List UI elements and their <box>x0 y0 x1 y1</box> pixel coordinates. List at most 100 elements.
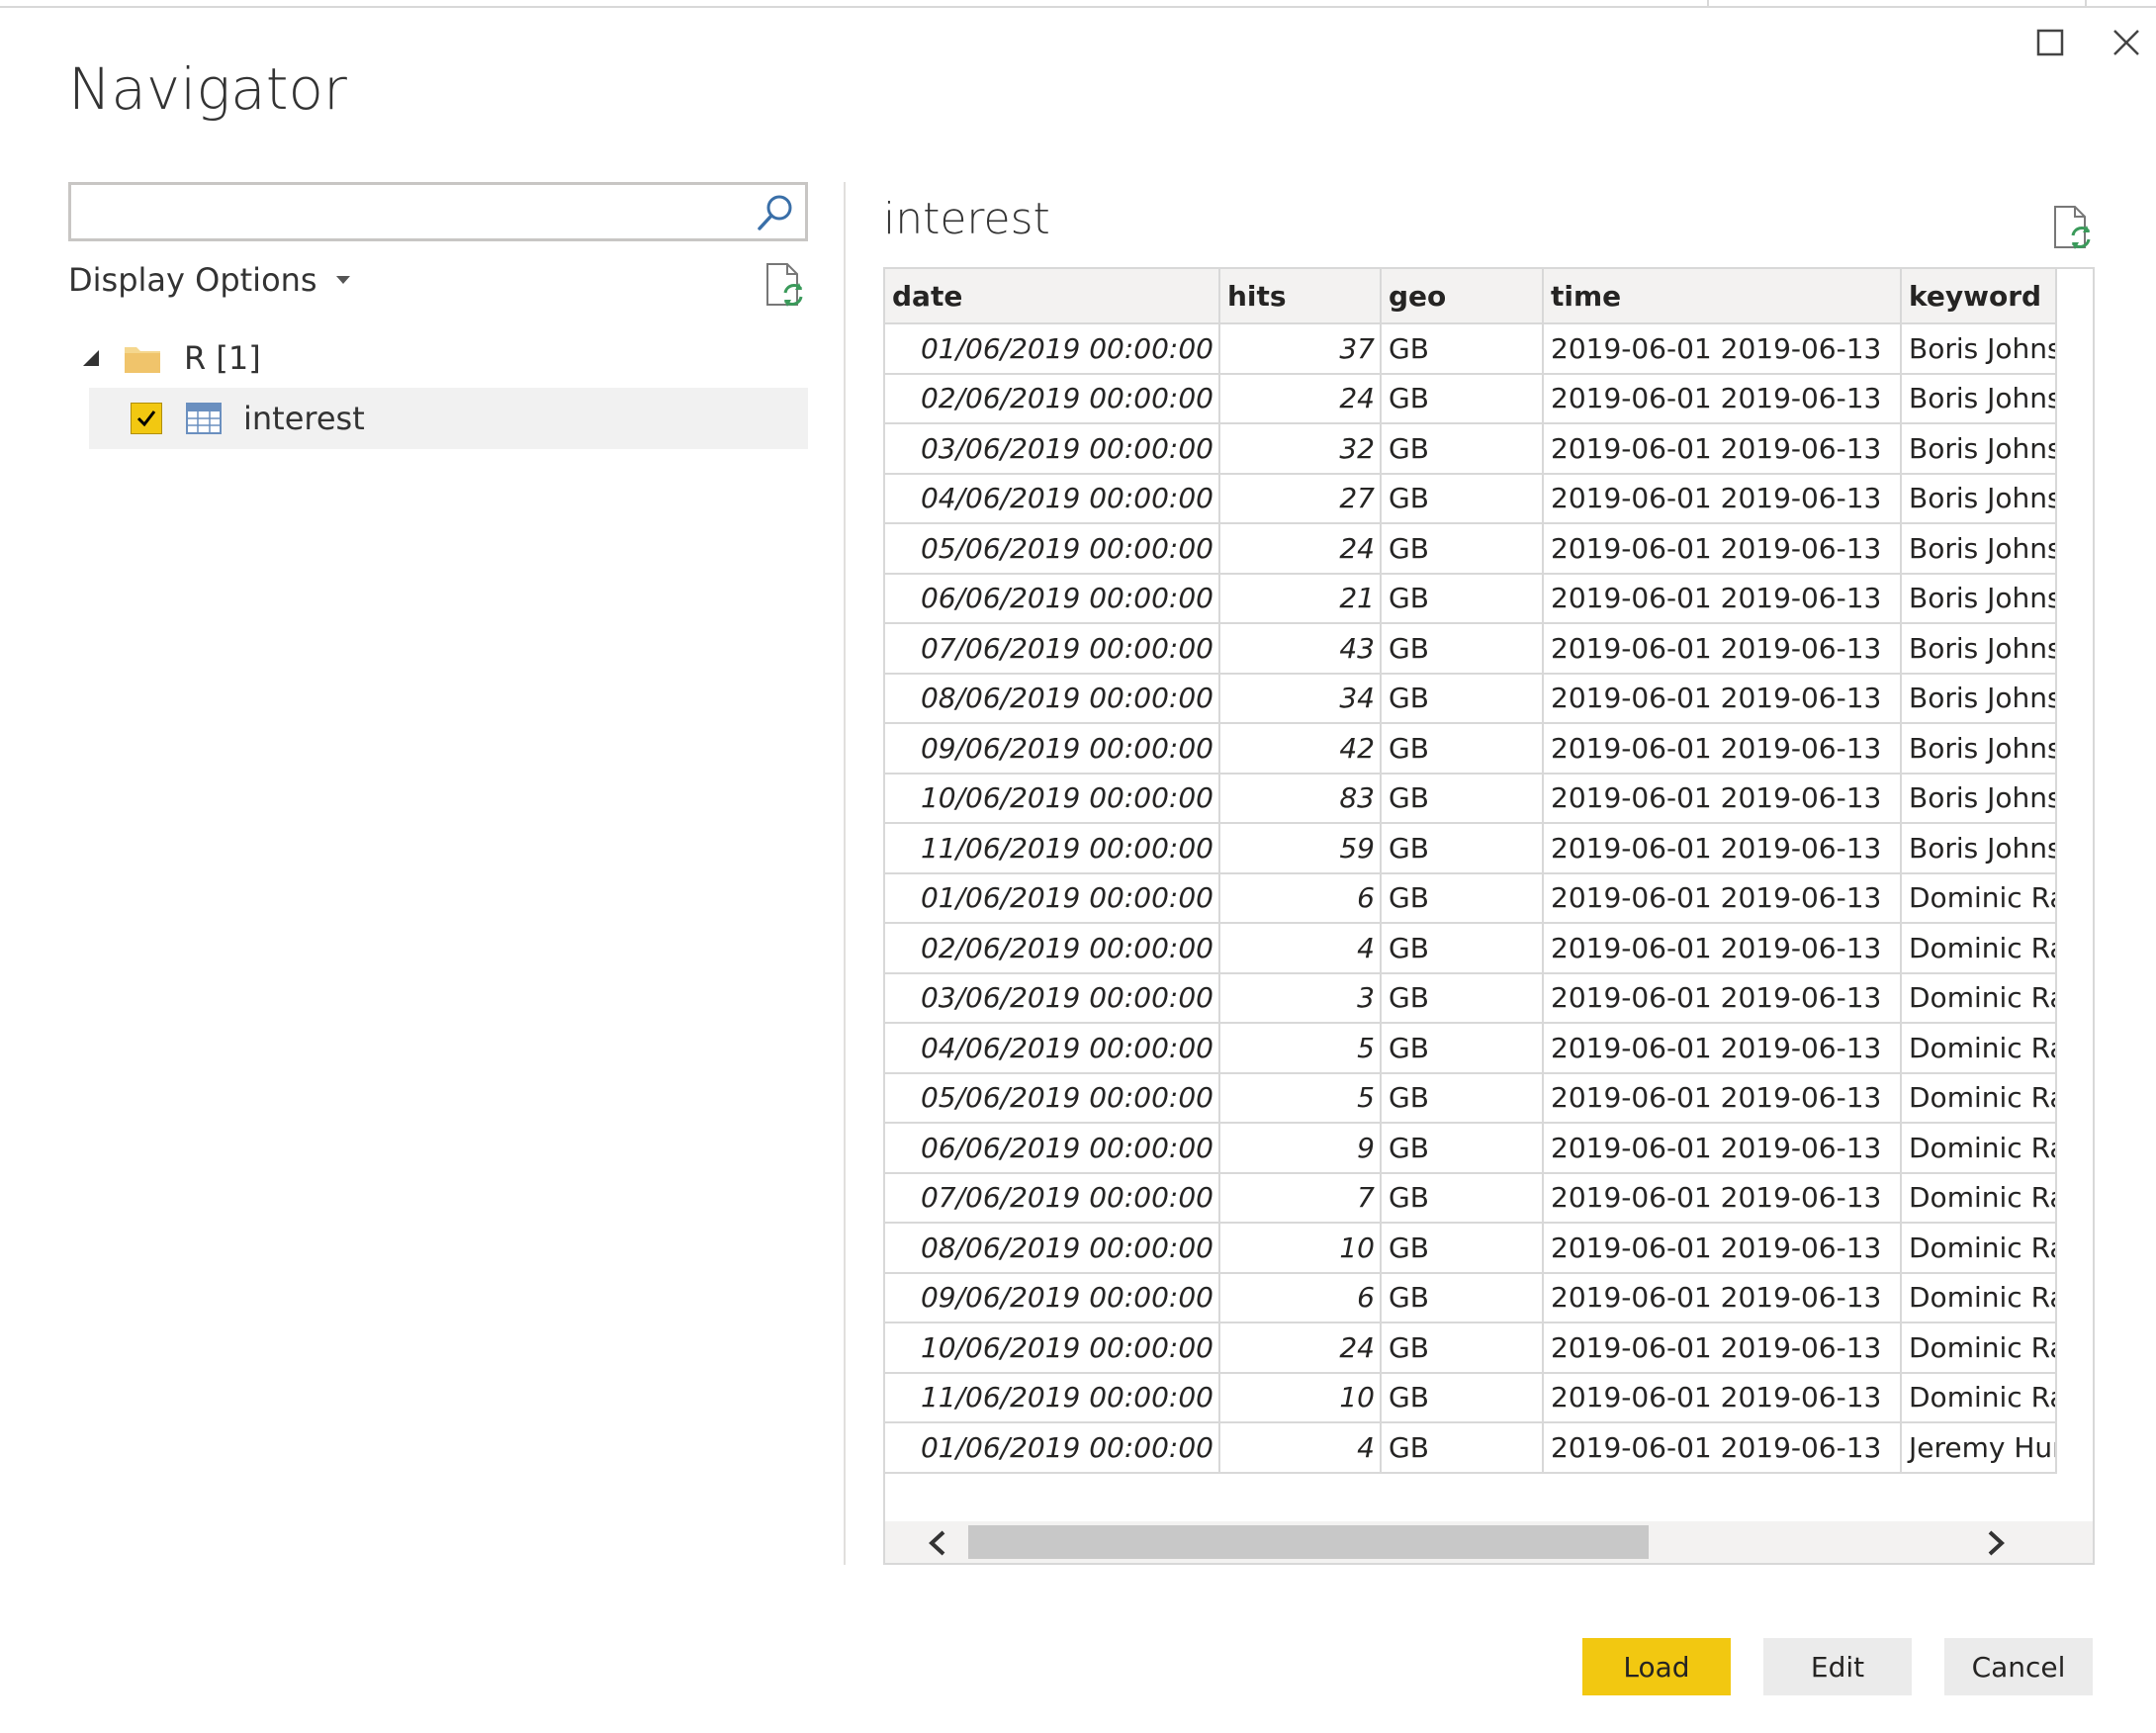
cell-hits: 24 <box>1218 1322 1382 1374</box>
load-button[interactable]: Load <box>1582 1638 1731 1695</box>
cell-hits: 32 <box>1218 422 1382 475</box>
cell-time: 2019-06-01 2019-06-13 <box>1542 1122 1902 1174</box>
cell-date: 09/06/2019 00:00:00 <box>885 722 1220 775</box>
table-row: 04/06/2019 00:00:00 5 GB 2019-06-01 2019-06… <box>885 1022 2057 1074</box>
cell-geo: GB <box>1380 1371 1544 1423</box>
data-preview-grid[interactable]: date hits geo time keyword 01/06/2019 00:00:… <box>883 267 2095 1565</box>
cell-keyword: Boris Johnsc <box>1900 722 2057 775</box>
cell-keyword: Jeremy Hunt <box>1900 1421 2057 1474</box>
table-row: 10/06/2019 00:00:00 24 GB 2019-06-01 2019-0… <box>885 1322 2057 1374</box>
cell-time: 2019-06-01 2019-06-13 <box>1542 1222 1902 1274</box>
column-header-keyword[interactable]: keyword <box>1900 269 2057 324</box>
cell-date: 07/06/2019 00:00:00 <box>885 622 1220 675</box>
horizontal-scroll-thumb[interactable] <box>968 1525 1649 1559</box>
cell-keyword: Boris Johnsc <box>1900 522 2057 575</box>
display-options-dropdown[interactable]: Display Options <box>68 261 351 299</box>
cell-time: 2019-06-01 2019-06-13 <box>1542 322 1902 375</box>
cell-time: 2019-06-01 2019-06-13 <box>1542 871 1902 924</box>
cell-keyword: Dominic Raa <box>1900 971 2057 1024</box>
cell-hits: 5 <box>1218 1022 1382 1074</box>
scroll-left-icon[interactable] <box>925 1529 950 1557</box>
cell-geo: GB <box>1380 1271 1544 1323</box>
checkmark-icon <box>136 410 156 427</box>
cell-time: 2019-06-01 2019-06-13 <box>1542 922 1902 974</box>
cell-geo: GB <box>1380 1122 1544 1174</box>
table-row: 03/06/2019 00:00:00 32 GB 2019-06-01 2019-0… <box>885 422 2057 475</box>
tree-item-label: interest <box>243 400 365 437</box>
table-row: 02/06/2019 00:00:00 4 GB 2019-06-01 2019-06… <box>885 922 2057 974</box>
tree-item-interest[interactable]: interest <box>89 388 808 449</box>
cell-time: 2019-06-01 2019-06-13 <box>1542 1371 1902 1423</box>
cell-hits: 24 <box>1218 522 1382 575</box>
cell-geo: GB <box>1380 422 1544 475</box>
search-box[interactable] <box>68 182 808 241</box>
cell-date: 05/06/2019 00:00:00 <box>885 522 1220 575</box>
cell-geo: GB <box>1380 971 1544 1024</box>
close-button[interactable] <box>2097 18 2156 67</box>
cell-keyword: Boris Johnsc <box>1900 772 2057 824</box>
item-checkbox[interactable] <box>131 403 162 434</box>
maximize-button[interactable] <box>2021 18 2080 67</box>
cancel-button[interactable]: Cancel <box>1944 1638 2093 1695</box>
horizontal-scrollbar[interactable] <box>885 1521 2093 1563</box>
table-row: 09/06/2019 00:00:00 6 GB 2019-06-01 2019-06… <box>885 1271 2057 1323</box>
maximize-icon <box>2036 29 2064 56</box>
table-row: 08/06/2019 00:00:00 34 GB 2019-06-01 2019-0… <box>885 672 2057 724</box>
cell-keyword: Boris Johnsc <box>1900 322 2057 375</box>
cell-geo: GB <box>1380 772 1544 824</box>
cell-keyword: Dominic Raa <box>1900 1171 2057 1224</box>
cell-keyword: Boris Johnsc <box>1900 372 2057 424</box>
cell-time: 2019-06-01 2019-06-13 <box>1542 372 1902 424</box>
column-header-time[interactable]: time <box>1542 269 1902 324</box>
cell-hits: 7 <box>1218 1171 1382 1224</box>
cell-hits: 59 <box>1218 822 1382 874</box>
cell-date: 01/06/2019 00:00:00 <box>885 871 1220 924</box>
cell-geo: GB <box>1380 572 1544 624</box>
search-icon[interactable] <box>754 191 797 234</box>
cell-geo: GB <box>1380 522 1544 575</box>
expand-caret-icon[interactable] <box>79 346 103 370</box>
cell-geo: GB <box>1380 871 1544 924</box>
cell-date: 06/06/2019 00:00:00 <box>885 1122 1220 1174</box>
cell-keyword: Dominic Raa <box>1900 1022 2057 1074</box>
search-input[interactable] <box>83 191 720 234</box>
cell-keyword: Dominic Raa <box>1900 1222 2057 1274</box>
table-row: 07/06/2019 00:00:00 7 GB 2019-06-01 2019-06… <box>885 1171 2057 1224</box>
cell-date: 02/06/2019 00:00:00 <box>885 372 1220 424</box>
table-row: 11/06/2019 00:00:00 10 GB 2019-06-01 2019-0… <box>885 1371 2057 1423</box>
edit-button[interactable]: Edit <box>1763 1638 1912 1695</box>
column-header-geo[interactable]: geo <box>1380 269 1544 324</box>
column-header-hits[interactable]: hits <box>1218 269 1382 324</box>
table-icon <box>186 403 222 434</box>
pane-divider <box>844 182 846 1565</box>
cell-time: 2019-06-01 2019-06-13 <box>1542 622 1902 675</box>
cell-hits: 27 <box>1218 472 1382 524</box>
tree-node-r[interactable]: R [1] <box>79 336 261 380</box>
dialog-title: Navigator <box>68 55 347 123</box>
cell-hits: 5 <box>1218 1071 1382 1124</box>
cell-hits: 4 <box>1218 922 1382 974</box>
tree-node-label: R [1] <box>184 339 261 377</box>
cell-geo: GB <box>1380 1171 1544 1224</box>
preview-title: interest <box>883 194 1050 244</box>
cell-date: 10/06/2019 00:00:00 <box>885 772 1220 824</box>
refresh-document-icon[interactable] <box>2051 204 2093 251</box>
table-header-row: date hits geo time keyword <box>885 269 2057 324</box>
table-row: 11/06/2019 00:00:00 59 GB 2019-06-01 2019-0… <box>885 822 2057 874</box>
cell-hits: 24 <box>1218 372 1382 424</box>
cell-date: 01/06/2019 00:00:00 <box>885 322 1220 375</box>
refresh-document-icon[interactable] <box>764 261 805 309</box>
cell-hits: 9 <box>1218 1122 1382 1174</box>
cell-date: 04/06/2019 00:00:00 <box>885 472 1220 524</box>
cell-hits: 10 <box>1218 1371 1382 1423</box>
cell-hits: 42 <box>1218 722 1382 775</box>
cell-keyword: Dominic Raa <box>1900 1271 2057 1323</box>
cell-hits: 43 <box>1218 622 1382 675</box>
table-row: 06/06/2019 00:00:00 21 GB 2019-06-01 2019-0… <box>885 572 2057 624</box>
cell-keyword: Boris Johnsc <box>1900 422 2057 475</box>
scroll-right-icon[interactable] <box>1983 1529 2009 1557</box>
column-header-date[interactable]: date <box>885 269 1220 324</box>
display-options-label: Display Options <box>68 261 317 299</box>
cell-time: 2019-06-01 2019-06-13 <box>1542 772 1902 824</box>
caret-down-icon <box>335 276 350 284</box>
